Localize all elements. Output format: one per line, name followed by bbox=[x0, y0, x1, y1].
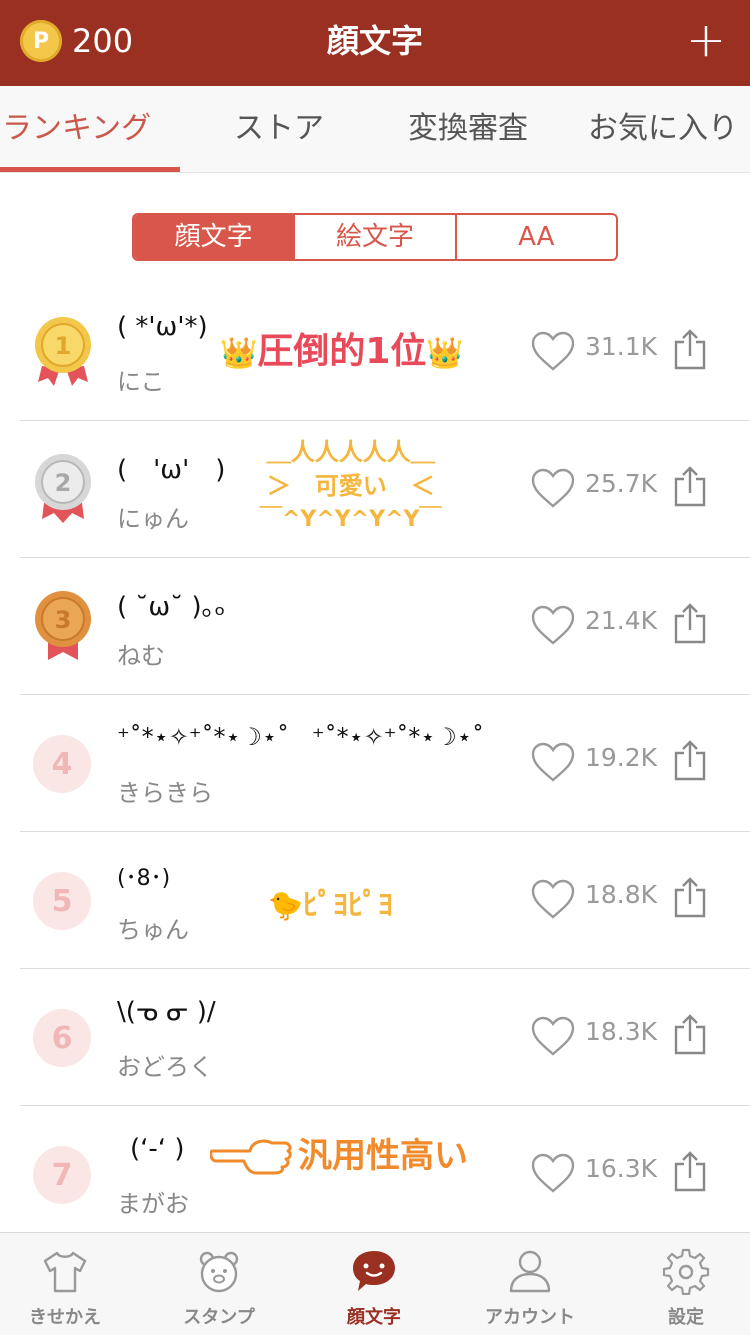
kaomoji-name: おどろく bbox=[117, 1053, 213, 1081]
share-icon[interactable] bbox=[672, 328, 708, 370]
speech-smile-icon bbox=[353, 1251, 395, 1291]
kaomoji-name: ちゅん bbox=[117, 916, 189, 944]
like-count: 16.3K bbox=[585, 1154, 658, 1183]
app-header: P 200 顔文字 + bbox=[0, 0, 750, 86]
list-item[interactable]: 4 ⁺˚*⋆✧⁺˚*⋆☽⋆˚ ⁺˚*⋆✧⁺˚*⋆☽⋆˚ きらきら 19.2K bbox=[0, 695, 750, 832]
tshirt-icon bbox=[43, 1251, 87, 1293]
kaomoji-text: ( ˘ω˘ )｡ₒ bbox=[117, 592, 226, 622]
bottom-nav: きせかえ スタンプ 顔文字 アカウント 設定 bbox=[0, 1232, 750, 1335]
category-segmented-control: 顔文字 絵文字 AA bbox=[132, 213, 618, 261]
annotation-second: ＿人人人人人＿ ＞ 可愛い ＜ ￣^Y^Y^Y^Y￣ bbox=[260, 438, 442, 532]
nav-stamps[interactable]: スタンプ bbox=[144, 1233, 294, 1335]
rank-badge: 4 bbox=[33, 735, 91, 793]
tab-review[interactable]: 変換審査 bbox=[408, 86, 528, 172]
kaomoji-name: にこ bbox=[117, 368, 165, 396]
kaomoji-text: ( *'ω'*) bbox=[117, 312, 208, 342]
share-icon[interactable] bbox=[672, 465, 708, 507]
segment-aa[interactable]: AA bbox=[454, 215, 616, 259]
gold-medal-icon: 1 bbox=[35, 317, 91, 386]
list-item[interactable]: 1 ( *'ω'*) にこ 👑圧倒的1位👑 31.1K bbox=[0, 284, 750, 421]
kaomoji-text: \(ᓀ ᓂ )/ bbox=[117, 997, 216, 1027]
nav-kisekae[interactable]: きせかえ bbox=[0, 1233, 140, 1335]
kaomoji-name: にゅん bbox=[117, 505, 189, 533]
share-icon[interactable] bbox=[672, 739, 708, 781]
chick-icon: 🐤 bbox=[268, 889, 303, 922]
like-count: 18.3K bbox=[585, 1017, 658, 1046]
share-icon[interactable] bbox=[672, 1013, 708, 1055]
svg-text:1: 1 bbox=[55, 332, 72, 360]
kaomoji-text: (ʻ-ʻ ) bbox=[130, 1134, 185, 1164]
kaomoji-text: (･8･) bbox=[117, 866, 171, 891]
silver-medal-icon: 2 bbox=[35, 454, 91, 523]
list-item[interactable]: 2 ( 'ω' ) にゅん ＿人人人人人＿ ＞ 可愛い ＜ ￣^Y^Y^Y^Y￣… bbox=[0, 421, 750, 558]
heart-icon[interactable] bbox=[530, 878, 576, 920]
kaomoji-name: ねむ bbox=[117, 642, 165, 670]
nav-account[interactable]: アカウント bbox=[455, 1233, 605, 1335]
page-title: 顔文字 bbox=[326, 22, 423, 60]
tab-favorites[interactable]: お気に入り bbox=[588, 86, 738, 172]
bear-icon bbox=[199, 1251, 239, 1293]
kaomoji-name: まがお bbox=[117, 1190, 189, 1218]
nav-kaomoji[interactable]: 顔文字 bbox=[299, 1233, 449, 1335]
crown-icon: 👑 bbox=[426, 336, 464, 371]
kaomoji-text: ⁺˚*⋆✧⁺˚*⋆☽⋆˚ ⁺˚*⋆✧⁺˚*⋆☽⋆˚ bbox=[117, 723, 484, 751]
like-count: 19.2K bbox=[585, 743, 658, 772]
heart-icon[interactable] bbox=[530, 741, 576, 783]
rank-badge: 6 bbox=[33, 1009, 91, 1067]
kaomoji-name: きらきら bbox=[117, 779, 213, 807]
kaomoji-text: ( 'ω' ) bbox=[117, 455, 226, 485]
heart-icon[interactable] bbox=[530, 1152, 576, 1194]
like-count: 25.7K bbox=[585, 469, 658, 498]
active-tab-indicator bbox=[0, 167, 180, 172]
pointing-hand-icon bbox=[210, 1139, 292, 1174]
top-tabs: ランキング ストア 変換審査 お気に入り bbox=[0, 86, 750, 173]
tab-store[interactable]: ストア bbox=[234, 86, 324, 172]
person-icon bbox=[509, 1250, 551, 1293]
list-item[interactable]: 7 (ʻ-ʻ ) まがお 汎用性高い 16.3K bbox=[0, 1106, 750, 1243]
annotation-first: 👑圧倒的1位👑 bbox=[220, 331, 464, 372]
annotation-seventh: 汎用性高い bbox=[210, 1128, 468, 1177]
tab-ranking[interactable]: ランキング bbox=[2, 86, 151, 172]
add-button[interactable]: + bbox=[684, 14, 728, 66]
rank-badge: 5 bbox=[33, 872, 91, 930]
heart-icon[interactable] bbox=[530, 1015, 576, 1057]
crown-icon: 👑 bbox=[220, 336, 258, 371]
gear-icon bbox=[662, 1248, 710, 1295]
annotation-fifth: 🐤ﾋﾟﾖﾋﾟﾖ bbox=[268, 888, 393, 923]
like-count: 18.8K bbox=[585, 880, 658, 909]
segment-kaomoji[interactable]: 顔文字 bbox=[134, 215, 294, 259]
bronze-medal-icon: 3 bbox=[35, 591, 91, 660]
list-item[interactable]: 5 (･8･) ちゅん 🐤ﾋﾟﾖﾋﾟﾖ 18.8K bbox=[0, 832, 750, 969]
list-item[interactable]: 6 \(ᓀ ᓂ )/ おどろく 18.3K bbox=[0, 969, 750, 1106]
share-icon[interactable] bbox=[672, 602, 708, 644]
svg-text:3: 3 bbox=[55, 606, 72, 634]
share-icon[interactable] bbox=[672, 1150, 708, 1192]
like-count: 31.1K bbox=[585, 332, 658, 361]
list-item[interactable]: 3 ( ˘ω˘ )｡ₒ ねむ 21.4K bbox=[0, 558, 750, 695]
heart-icon[interactable] bbox=[530, 604, 576, 646]
segment-emoji[interactable]: 絵文字 bbox=[293, 215, 454, 259]
nav-settings[interactable]: 設定 bbox=[611, 1233, 750, 1335]
heart-icon[interactable] bbox=[530, 330, 576, 372]
like-count: 21.4K bbox=[585, 606, 658, 635]
rank-badge: 7 bbox=[33, 1146, 91, 1204]
share-icon[interactable] bbox=[672, 876, 708, 918]
heart-icon[interactable] bbox=[530, 467, 576, 509]
svg-text:2: 2 bbox=[55, 469, 72, 497]
